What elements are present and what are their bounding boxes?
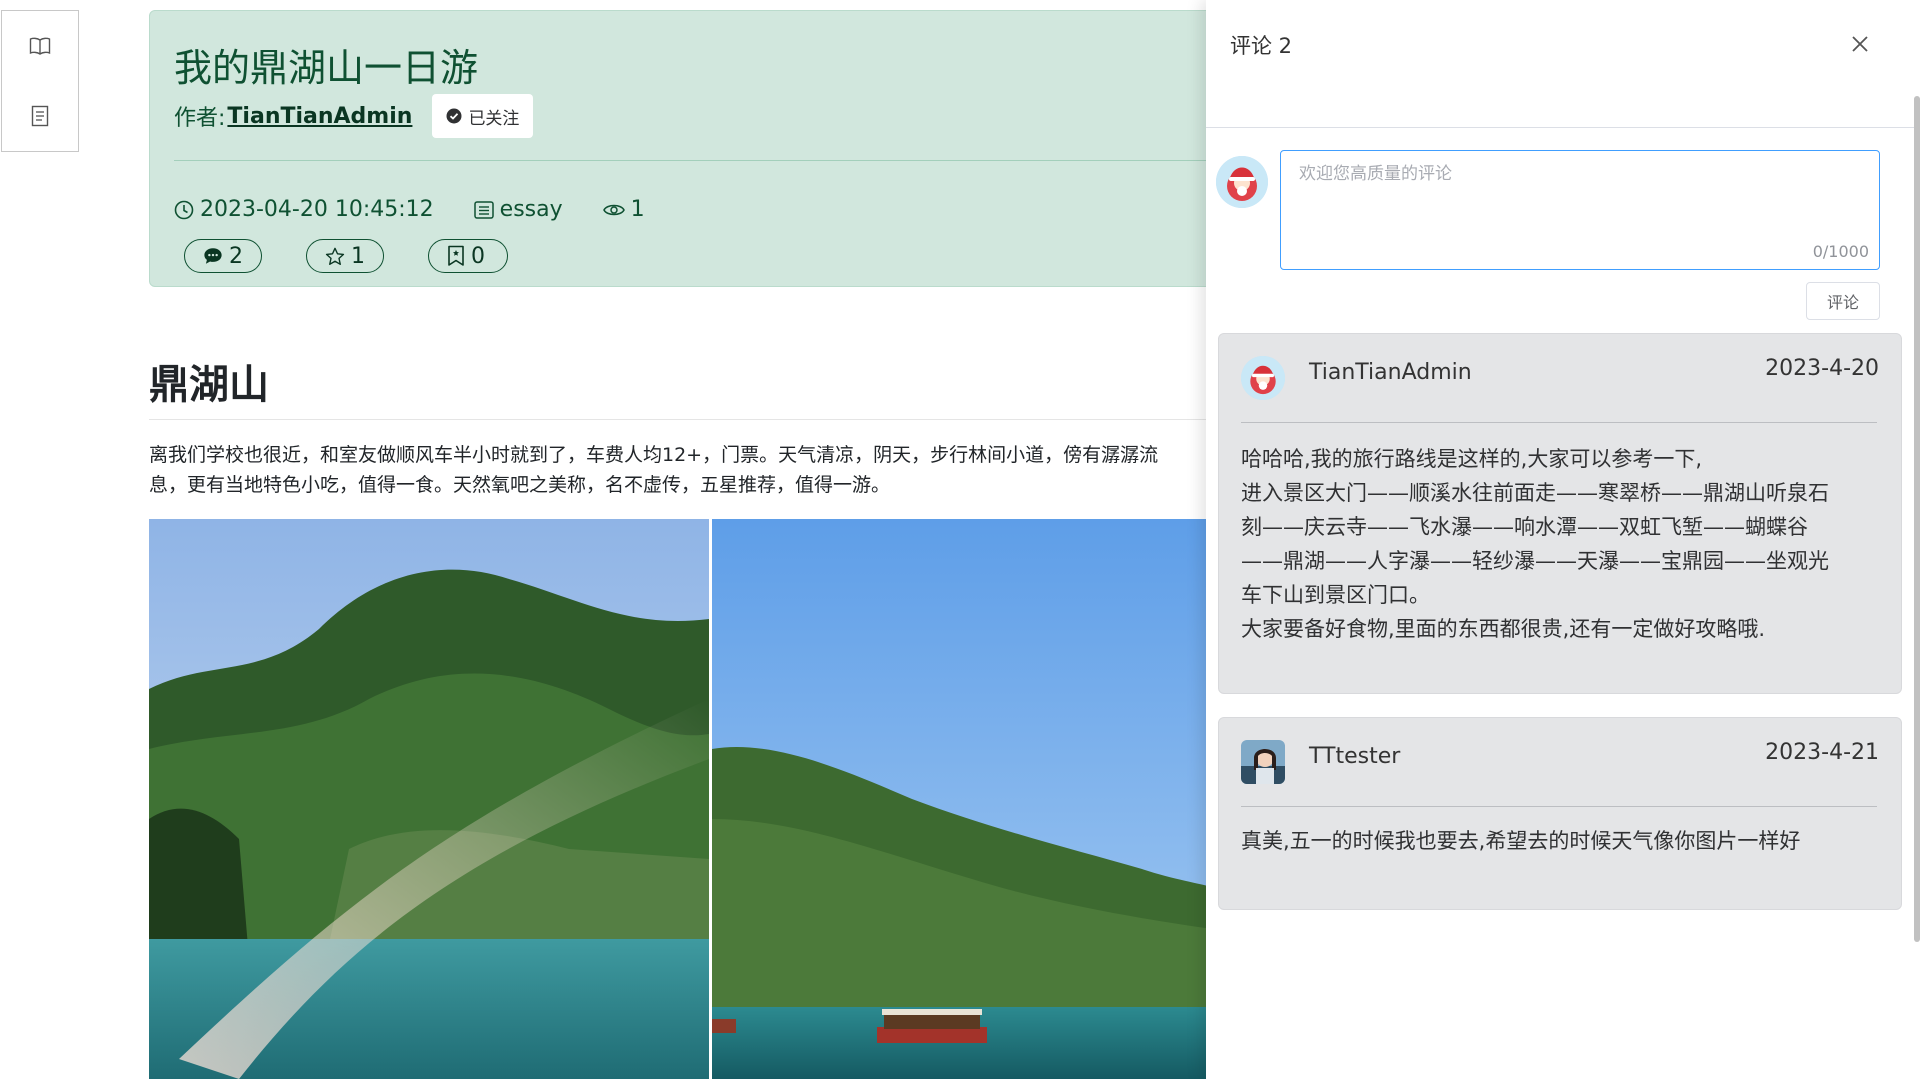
section-divider [149, 419, 1209, 420]
drawer-title: 评论 2 [1230, 34, 1293, 58]
comments-drawer: 评论 2 0/1000 评论 TianTianAdmin 2023-4-20 哈… [1206, 0, 1920, 1079]
view-count: 1 [602, 197, 645, 222]
category-text: essay [499, 197, 563, 222]
comment-card: TTtester 2023-4-21 真美,五一的时候我也要去,希望去的时候天气… [1218, 717, 1902, 910]
bookmarks-count: 0 [471, 243, 485, 269]
submit-comment-button[interactable]: 评论 [1806, 282, 1880, 320]
check-circle-icon [446, 108, 462, 124]
char-counter: 0/1000 [1812, 242, 1869, 261]
side-toolbar [1, 10, 79, 152]
comment-divider [1241, 806, 1877, 807]
comment-username[interactable]: TTtester [1309, 744, 1400, 769]
bookmark-pill[interactable]: 0 [428, 239, 508, 273]
clock-icon [174, 200, 194, 219]
star-icon [325, 247, 345, 265]
comment-date: 2023-4-21 [1765, 740, 1879, 765]
section-heading: 鼎湖山 [149, 362, 269, 408]
comments-pill[interactable]: 2 [184, 239, 262, 273]
boat [877, 1009, 987, 1043]
avatar [1241, 740, 1285, 784]
meta-row: 2023-04-20 10:45:12 essay 1 [174, 197, 645, 222]
comment-username[interactable]: TianTianAdmin [1309, 360, 1472, 385]
comment-line: 大家要备好食物,里面的东西都很贵,还有一定做好攻略哦. [1241, 617, 1766, 641]
star-pill[interactable]: 1 [306, 239, 384, 273]
comment-divider [1241, 422, 1877, 423]
lake-photo-2 [712, 519, 1212, 1079]
category: essay [473, 197, 563, 222]
header-divider [174, 160, 1330, 161]
comment-input-box: 0/1000 [1280, 150, 1880, 270]
avatar [1241, 356, 1285, 400]
list-icon [473, 200, 494, 219]
comment-date: 2023-4-20 [1765, 356, 1879, 381]
author-label: 作者: [174, 106, 226, 131]
comment-text: 真美,五一的时候我也要去,希望去的时候天气像你图片一样好 [1241, 829, 1801, 853]
comment-input[interactable] [1281, 151, 1879, 269]
bookmark-icon [448, 245, 464, 266]
publish-time-text: 2023-04-20 10:45:12 [200, 197, 434, 222]
lake-photo-1 [149, 519, 709, 1079]
comments-count: 2 [229, 243, 243, 269]
publish-time: 2023-04-20 10:45:12 [174, 197, 434, 222]
document-icon[interactable] [25, 101, 55, 131]
current-user-avatar [1216, 156, 1268, 208]
close-icon[interactable] [1846, 30, 1874, 58]
paragraph-line: 离我们学校也很近，和室友做顺风车半小时就到了，车费人均12+，门票。天气清凉，阴… [149, 444, 1159, 466]
comment-line: ——鼎湖——人字瀑——轻纱瀑——天瀑——宝鼎园——坐观光 [1241, 549, 1829, 573]
comment-line: 刻——庆云寺——飞水瀑——响水潭——双虹飞堑——蝴蝶谷 [1241, 515, 1808, 539]
comment-text: 哈哈哈,我的旅行路线是这样的,大家可以参考一下, 进入景区大门——顺溪水往前面走… [1241, 442, 1887, 646]
stats-row: 2 1 0 [184, 239, 508, 273]
stars-count: 1 [351, 243, 365, 269]
paragraph-line: 息，更有当地特色小吃，值得一食。天然氧吧之美称，名不虚传，五星推荐，值得一游。 [149, 474, 891, 496]
drawer-header: 评论 2 [1206, 0, 1920, 128]
view-count-text: 1 [630, 197, 645, 222]
author-link[interactable]: TianTianAdmin [227, 104, 412, 129]
article-title: 我的鼎湖山一日游 [174, 46, 479, 90]
scrollbar[interactable] [1914, 96, 1920, 942]
comment-line: 车下山到景区门口。 [1241, 583, 1430, 607]
article-header-card: 我的鼎湖山一日游 作者: TianTianAdmin 已关注 2023-04-2… [149, 10, 1330, 287]
eye-icon [602, 204, 625, 215]
comment-line: 哈哈哈,我的旅行路线是这样的,大家可以参考一下, [1241, 447, 1703, 471]
follow-button[interactable]: 已关注 [432, 94, 534, 138]
chat-bubble-icon [204, 248, 222, 264]
author-row: 作者: TianTianAdmin 已关注 [174, 94, 534, 138]
comment-card: TianTianAdmin 2023-4-20 哈哈哈,我的旅行路线是这样的,大… [1218, 333, 1902, 694]
comment-line: 进入景区大门——顺溪水往前面走——寒翠桥——鼎湖山听泉石 [1241, 481, 1829, 505]
follow-label: 已关注 [468, 108, 520, 129]
book-open-icon[interactable] [25, 31, 55, 61]
article-paragraph: 离我们学校也很近，和室友做顺风车半小时就到了，车费人均12+，门票。天气清凉，阴… [149, 440, 1209, 500]
